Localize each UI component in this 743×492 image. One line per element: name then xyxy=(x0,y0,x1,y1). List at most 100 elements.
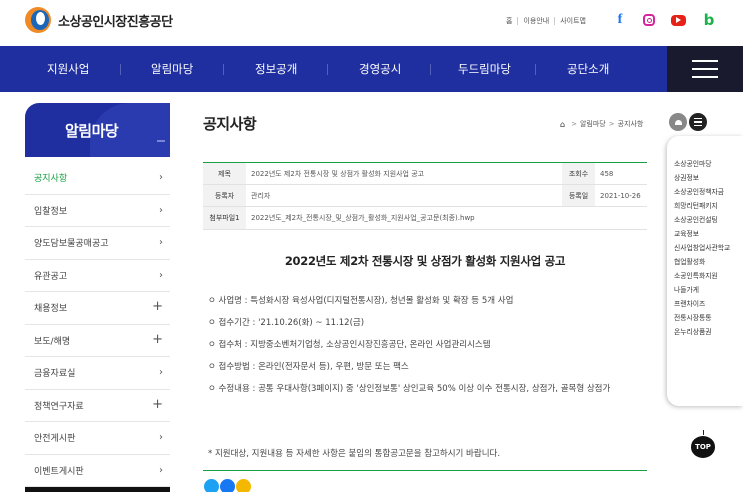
sidebar-header: 알림마당 xyxy=(25,103,170,157)
info-row-subject: 제목 2022년도 제2차 전통시장 및 상점가 활성화 지원사업 공고 조회수… xyxy=(203,163,647,185)
top-label: TOP xyxy=(691,436,715,458)
divider xyxy=(554,17,556,25)
quick-menu-item[interactable]: 나들가게 xyxy=(674,286,740,295)
sidebar-item-label: 공지사항 xyxy=(34,174,68,185)
util-link-sitemap[interactable]: 사이트맵 xyxy=(560,16,586,26)
nav-divider xyxy=(327,64,328,75)
quick-menu-list: 소상공인마당 상권정보 소상공인정책자금 희망리턴패키지 소상공인컨설팅 교육정… xyxy=(674,160,740,342)
sidebar-item-auction[interactable]: 양도담보물공매공고 › xyxy=(25,227,170,260)
plus-icon: + xyxy=(152,396,163,412)
top-bar: 소상공인시장진흥공단 홈 이용안내 사이트맵 f b xyxy=(0,0,743,46)
sidebar-item-label: 양도담보물공매공고 xyxy=(34,239,109,250)
facebook-share-icon[interactable] xyxy=(220,479,235,492)
content-divider xyxy=(203,470,647,471)
home-icon[interactable]: ⌂ xyxy=(560,120,565,129)
sidebar-item-bid[interactable]: 입찰정보 › xyxy=(25,195,170,227)
sidebar-item-label: 이벤트게시판 xyxy=(34,466,84,477)
nav-divider xyxy=(535,64,536,75)
post-views: 458 xyxy=(600,169,614,178)
sidebar-title: 알림마당 xyxy=(65,122,119,140)
sidebar-item-safety[interactable]: 안전게시판 › xyxy=(25,422,170,455)
cloud-icon[interactable] xyxy=(669,113,687,131)
post-bullet: ㅇ 접수처 : 지방중소벤처기업청, 소상공인시장진흥공단, 온라인 사업관리시… xyxy=(208,340,491,350)
quick-menu: 소상공인마당 상권정보 소상공인정책자금 희망리턴패키지 소상공인컨설팅 교육정… xyxy=(667,110,743,430)
nav-item-management[interactable]: 경영공시 xyxy=(359,46,401,92)
label-date: 등록일 xyxy=(562,185,595,206)
post-note: * 지원대상, 지원내용 등 자세한 사항은 붙임의 통합공고문을 참고하시기 … xyxy=(208,449,501,459)
post-subject: 2022년도 제2차 전통시장 및 상점가 활성화 지원사업 공고 xyxy=(251,169,425,178)
util-link-home[interactable]: 홈 xyxy=(506,16,512,26)
nav-divider xyxy=(120,64,121,75)
sidebar-item-press[interactable]: 보도/해명 + xyxy=(25,325,170,357)
instagram-icon[interactable] xyxy=(643,14,655,26)
chevron-right-icon: › xyxy=(159,464,163,476)
sidebar-bottom-bar xyxy=(25,487,170,492)
label-author: 등록자 xyxy=(203,185,246,206)
quick-menu-item[interactable]: 소상공인정책자금 xyxy=(674,188,740,197)
quick-menu-toggles xyxy=(669,110,707,134)
attachment-link[interactable]: 2022년도_제2차_전통시장_및_상점가_활성화_지원사업_공고문(최종).h… xyxy=(246,213,475,223)
chevron-right-icon: › xyxy=(159,367,163,378)
label-views: 조회수 xyxy=(562,163,595,184)
quick-menu-item[interactable]: 프랜차이즈 xyxy=(674,300,740,309)
chevron-right-icon: > xyxy=(608,120,615,128)
quick-menu-item[interactable]: 상권정보 xyxy=(674,174,740,183)
sidebar-item-research[interactable]: 정책연구자료 + xyxy=(25,390,170,422)
post-bullet: ㅇ 수정내용 : 공통 우대사항(3페이지) 중 '상인정보통' 상인교육 50… xyxy=(208,384,611,394)
blog-icon[interactable]: b xyxy=(702,11,716,29)
menu-icon[interactable] xyxy=(689,113,707,131)
sidebar-item-label: 입찰정보 xyxy=(34,206,68,217)
chevron-right-icon: › xyxy=(159,269,163,281)
sidebar-item-event[interactable]: 이벤트게시판 › xyxy=(25,455,170,487)
quick-menu-item[interactable]: 온누리상품권 xyxy=(674,328,740,337)
sidebar-item-label: 유관공고 xyxy=(34,271,68,282)
hamburger-menu-icon[interactable] xyxy=(667,46,743,92)
kakaostory-icon[interactable] xyxy=(236,479,251,492)
youtube-icon[interactable] xyxy=(671,14,686,26)
util-link-guide[interactable]: 이용안내 xyxy=(523,16,549,26)
sidebar-item-related[interactable]: 유관공고 › xyxy=(25,260,170,292)
sidebar-item-label: 안전게시판 xyxy=(34,434,76,445)
quick-menu-item[interactable]: 전통시장통통 xyxy=(674,314,740,323)
facebook-icon[interactable]: f xyxy=(613,12,627,27)
twitter-icon[interactable] xyxy=(204,479,219,492)
chevron-right-icon: › xyxy=(159,237,163,248)
post-author: 관리자 xyxy=(251,191,271,200)
utility-links: 홈 이용안내 사이트맵 xyxy=(506,16,586,26)
quick-menu-item[interactable]: 소상공인마당 xyxy=(674,160,740,169)
quick-menu-item[interactable]: 소공인특화지원 xyxy=(674,272,740,281)
nav-item-dodream[interactable]: 두드림마당 xyxy=(458,46,511,92)
label-subject: 제목 xyxy=(203,163,246,184)
breadcrumb-item[interactable]: 공지사항 xyxy=(618,119,644,129)
chevron-right-icon: › xyxy=(159,204,163,216)
quick-menu-item[interactable]: 협업활성화 xyxy=(674,258,740,267)
scroll-top-button[interactable]: TOP xyxy=(691,430,715,458)
main-nav: 지원사업 알림마당 정보공개 경영공시 두드림마당 공단소개 xyxy=(0,46,743,92)
quick-menu-item[interactable]: 소상공인컨설팅 xyxy=(674,216,740,225)
nav-item-support[interactable]: 지원사업 xyxy=(47,46,89,92)
page-title: 공지사항 xyxy=(203,115,257,133)
quick-menu-item[interactable]: 교육정보 xyxy=(674,230,740,239)
sidebar-menu: 공지사항 › 입찰정보 › 양도담보물공매공고 › 유관공고 › 채용정보 + … xyxy=(25,162,170,487)
logo-mark-icon xyxy=(25,7,51,33)
sidebar-item-recruit[interactable]: 채용정보 + xyxy=(25,292,170,325)
quick-menu-item[interactable]: 신사업창업사관학교 xyxy=(674,244,740,253)
nav-item-notice[interactable]: 알림마당 xyxy=(151,46,193,92)
site-logo[interactable]: 소상공인시장진흥공단 xyxy=(25,7,173,33)
chevron-right-icon: › xyxy=(159,172,163,183)
breadcrumb: ⌂ > 알림마당 > 공지사항 xyxy=(560,119,643,129)
decorative-bar xyxy=(157,140,165,142)
quick-menu-item[interactable]: 희망리턴패키지 xyxy=(674,202,740,211)
nav-item-disclosure[interactable]: 정보공개 xyxy=(255,46,297,92)
sidebar-item-notice[interactable]: 공지사항 › xyxy=(25,162,170,195)
info-row-author: 등록자 관리자 등록일 2021-10-26 xyxy=(203,185,647,207)
share-buttons xyxy=(204,479,252,492)
plus-icon: + xyxy=(152,299,163,314)
sidebar-item-label: 보도/해명 xyxy=(34,336,71,347)
post-bullet: ㅇ 접수방법 : 온라인(전자문서 등), 우편, 방문 또는 팩스 xyxy=(208,362,409,372)
sidebar-item-finance[interactable]: 금융자료실 › xyxy=(25,357,170,390)
nav-item-about[interactable]: 공단소개 xyxy=(567,46,609,92)
breadcrumb-item[interactable]: 알림마당 xyxy=(580,119,606,129)
post-body: ㅇ 사업명 : 특성화시장 육성사업(디지털전통시장), 청년몰 활성화 및 확… xyxy=(208,295,648,405)
logo-text: 소상공인시장진흥공단 xyxy=(58,14,173,30)
